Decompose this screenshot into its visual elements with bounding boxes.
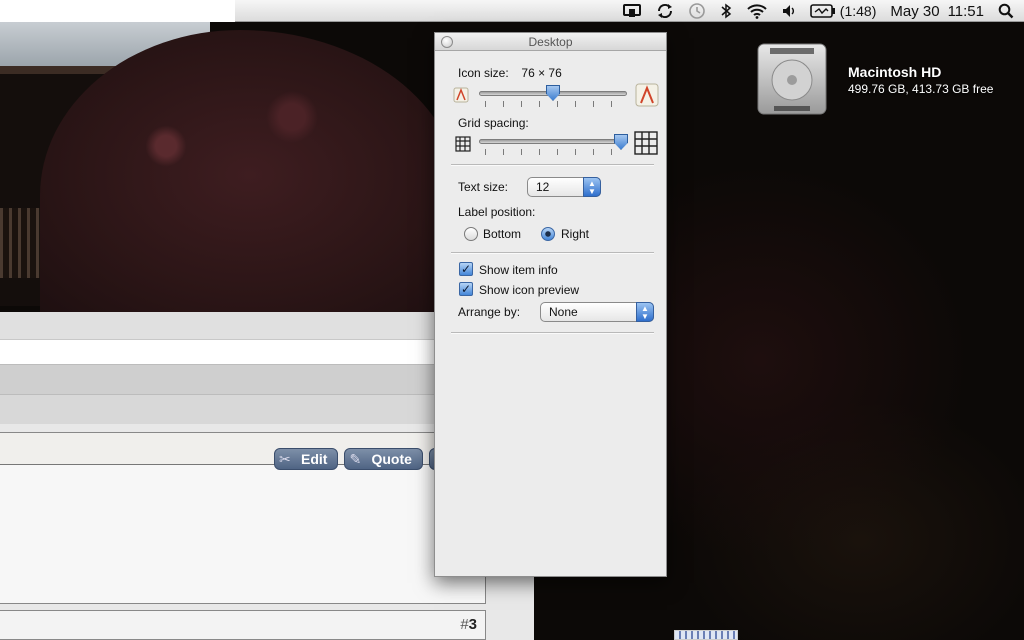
quote-button-label: Quote (371, 451, 412, 467)
post-number-value: 3 (468, 616, 477, 633)
grid-spacing-label: Grid spacing: (458, 116, 529, 130)
radio-right-label[interactable]: Right (561, 227, 589, 241)
drive-name: Macintosh HD (848, 64, 942, 80)
volume-icon[interactable] (782, 0, 796, 22)
small-icon-icon (453, 87, 469, 103)
panel-separator (451, 252, 654, 254)
battery-icon (809, 4, 835, 18)
quote-pen-icon: ✎ (349, 451, 362, 467)
radio-bottom-label[interactable]: Bottom (483, 227, 521, 241)
popup-arrows-icon: ▲ ▼ (583, 177, 601, 197)
icon-size-slider-thumb[interactable] (546, 85, 560, 101)
icon-size-ticks (485, 101, 625, 107)
panel-title-bar[interactable]: Desktop (435, 33, 666, 51)
text-size-popup[interactable]: 12 ▲ ▼ (527, 177, 601, 197)
post-number[interactable]: #3 (460, 616, 477, 633)
forum-post-buttons: ✂ Edit ✎ Quote ✚ (274, 448, 457, 470)
desktop-view-options-panel: Desktop Icon size: 76 × 76 Grid spacing:… (434, 32, 667, 577)
panel-title: Desktop (528, 35, 573, 49)
clock-time: 11:51 (947, 2, 984, 20)
display-mirroring-icon[interactable] (622, 0, 642, 22)
panel-separator (451, 164, 654, 166)
show-icon-preview-label[interactable]: Show icon preview (479, 283, 579, 297)
radio-right[interactable] (541, 227, 555, 241)
text-size-label: Text size: (458, 180, 509, 194)
sync-icon[interactable] (656, 0, 674, 22)
scissors-icon: ✂ (279, 451, 291, 467)
wallpaper-railing (0, 208, 40, 278)
arrange-by-popup[interactable]: None ▲ ▼ (540, 302, 654, 322)
arrange-by-label: Arrange by: (458, 305, 521, 319)
battery-time: (1:48) (839, 3, 877, 19)
panel-separator (451, 332, 654, 334)
spotlight-icon[interactable] (998, 0, 1014, 22)
forum-post-next: #3 (0, 610, 486, 640)
show-icon-preview-checkbox[interactable]: ✓ (459, 282, 473, 296)
grid-spacing-ticks (485, 149, 625, 155)
menu-bar: (1:48) May 30 11:51 (0, 0, 1024, 22)
small-grid-icon (455, 136, 471, 152)
bluetooth-icon[interactable] (720, 0, 732, 22)
icon-size-label-text: Icon size: (458, 66, 509, 80)
post-number-hash: # (460, 616, 469, 633)
icon-size-label: Icon size: 76 × 76 (458, 66, 562, 80)
drive-info: 499.76 GB, 413.73 GB free (848, 82, 994, 96)
icon-size-value: 76 × 76 (521, 66, 562, 80)
battery-indicator[interactable]: (1:48) (809, 0, 877, 22)
dock-thumbnail[interactable] (674, 630, 738, 640)
clock-date: May 30 (890, 2, 940, 20)
wallpaper-bush (40, 30, 460, 320)
quote-button[interactable]: ✎ Quote (344, 448, 423, 470)
wifi-icon[interactable] (746, 0, 768, 22)
arrange-by-value: None (549, 305, 578, 319)
time-machine-icon[interactable] (688, 0, 706, 22)
label-position-label: Label position: (458, 205, 536, 219)
show-item-info-label[interactable]: Show item info (479, 263, 558, 277)
grid-spacing-slider-thumb[interactable] (614, 134, 628, 150)
menu-extras: (1:48) May 30 11:51 (622, 0, 1014, 22)
popup-arrows-icon: ▲ ▼ (636, 302, 654, 322)
edit-button-label: Edit (301, 451, 328, 467)
menu-bar-left (0, 0, 235, 22)
text-size-value: 12 (536, 180, 550, 194)
large-icon-icon (635, 83, 659, 107)
grid-spacing-slider[interactable] (479, 139, 627, 144)
hard-drive-icon[interactable] (752, 40, 832, 120)
show-item-info-checkbox[interactable]: ✓ (459, 262, 473, 276)
large-grid-icon (634, 131, 658, 155)
menu-clock[interactable]: May 30 11:51 (890, 0, 984, 22)
hard-drive-label[interactable]: Macintosh HD 499.76 GB, 413.73 GB free (848, 64, 993, 96)
radio-bottom[interactable] (464, 227, 478, 241)
edit-button[interactable]: ✂ Edit (274, 448, 339, 470)
